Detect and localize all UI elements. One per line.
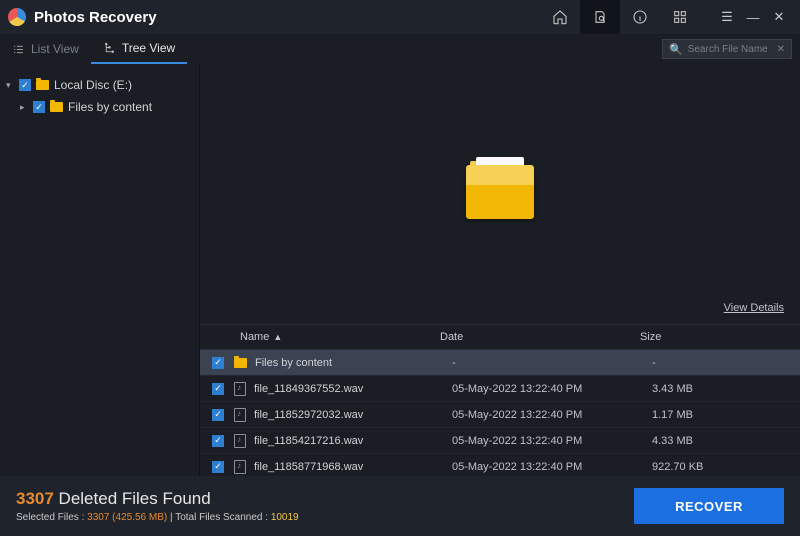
cell-date: 05-May-2022 13:22:40 PM — [452, 461, 652, 473]
tab-tree-view[interactable]: Tree View — [91, 34, 187, 64]
table-row[interactable]: ✓ file_11852972032.wav 05-May-2022 13:22… — [200, 402, 800, 428]
view-details-link[interactable]: View Details — [724, 302, 784, 314]
footer-meta: Selected Files : 3307 (425.56 MB) | Tota… — [16, 512, 299, 523]
big-folder-icon — [466, 169, 534, 219]
cell-name: file_11852972032.wav — [254, 409, 363, 421]
audio-file-icon — [234, 434, 246, 448]
sidebar-tree: ▾ ✓ Local Disc (E:) ▸ ✓ Files by content — [0, 64, 200, 506]
tree-node-root[interactable]: ▾ ✓ Local Disc (E:) — [6, 74, 193, 96]
main-panel: View Details Name ▲ Date Size ✓ Files by… — [200, 64, 800, 506]
preview-area: View Details — [200, 64, 800, 324]
search-input[interactable]: 🔍 Search File Name ✕ — [662, 39, 792, 59]
cell-date: 05-May-2022 13:22:40 PM — [452, 435, 652, 447]
audio-file-icon — [234, 382, 246, 396]
folder-icon — [36, 80, 49, 90]
checkbox[interactable]: ✓ — [212, 435, 224, 447]
tab-label: List View — [31, 42, 79, 56]
titlebar: Photos Recovery ☰ — ✕ — [0, 0, 800, 34]
cell-size: 1.17 MB — [652, 409, 788, 421]
column-size[interactable]: Size — [640, 331, 788, 343]
cell-name: file_11858771968.wav — [254, 461, 363, 473]
tree-icon — [103, 42, 116, 55]
table-header: Name ▲ Date Size — [200, 324, 800, 350]
recover-button[interactable]: RECOVER — [634, 488, 784, 524]
checkbox[interactable]: ✓ — [212, 383, 224, 395]
cell-size: 4.33 MB — [652, 435, 788, 447]
deleted-count-line: 3307 Deleted Files Found — [16, 489, 299, 509]
app-logo — [8, 8, 26, 26]
minimize-icon[interactable]: — — [740, 0, 766, 34]
search-icon: 🔍 — [669, 43, 683, 56]
cell-size: - — [652, 357, 788, 369]
expand-icon[interactable]: ▸ — [20, 102, 28, 113]
checkbox[interactable]: ✓ — [212, 357, 224, 369]
tab-list-view[interactable]: List View — [0, 34, 91, 64]
cell-size: 3.43 MB — [652, 383, 788, 395]
info-icon[interactable] — [620, 0, 660, 34]
home-icon[interactable] — [540, 0, 580, 34]
clear-search-icon[interactable]: ✕ — [777, 44, 785, 55]
tab-label: Tree View — [122, 41, 175, 55]
column-name[interactable]: Name ▲ — [240, 331, 440, 343]
audio-file-icon — [234, 460, 246, 474]
checkbox[interactable]: ✓ — [212, 461, 224, 473]
collapse-icon[interactable]: ▾ — [6, 80, 14, 91]
cell-name: file_11854217216.wav — [254, 435, 363, 447]
table-row[interactable]: ✓ file_11849367552.wav 05-May-2022 13:22… — [200, 376, 800, 402]
cell-date: - — [452, 357, 652, 369]
folder-icon — [234, 358, 247, 368]
apps-grid-icon[interactable] — [660, 0, 700, 34]
cell-name: Files by content — [255, 357, 332, 369]
footer: 3307 Deleted Files Found Selected Files … — [0, 476, 800, 536]
cell-size: 922.70 KB — [652, 461, 788, 473]
tree-node-child[interactable]: ▸ ✓ Files by content — [6, 96, 193, 118]
folder-icon — [50, 102, 63, 112]
checkbox[interactable]: ✓ — [212, 409, 224, 421]
checkbox[interactable]: ✓ — [19, 79, 31, 91]
table-row[interactable]: ✓ file_11854217216.wav 05-May-2022 13:22… — [200, 428, 800, 454]
checkbox[interactable]: ✓ — [33, 101, 45, 113]
search-placeholder: Search File Name — [688, 44, 768, 55]
list-icon — [12, 43, 25, 56]
scan-preview-icon[interactable] — [580, 0, 620, 34]
cell-name: file_11849367552.wav — [254, 383, 363, 395]
close-icon[interactable]: ✕ — [766, 0, 792, 34]
column-date[interactable]: Date — [440, 331, 640, 343]
tree-label: Files by content — [68, 100, 152, 114]
view-tabs: List View Tree View 🔍 Search File Name ✕ — [0, 34, 800, 64]
app-title: Photos Recovery — [34, 9, 157, 26]
audio-file-icon — [234, 408, 246, 422]
cell-date: 05-May-2022 13:22:40 PM — [452, 409, 652, 421]
tree-label: Local Disc (E:) — [54, 78, 132, 92]
hamburger-menu-icon[interactable]: ☰ — [714, 0, 740, 34]
sort-asc-icon: ▲ — [273, 332, 282, 342]
table-row-folder[interactable]: ✓ Files by content - - — [200, 350, 800, 376]
cell-date: 05-May-2022 13:22:40 PM — [452, 383, 652, 395]
